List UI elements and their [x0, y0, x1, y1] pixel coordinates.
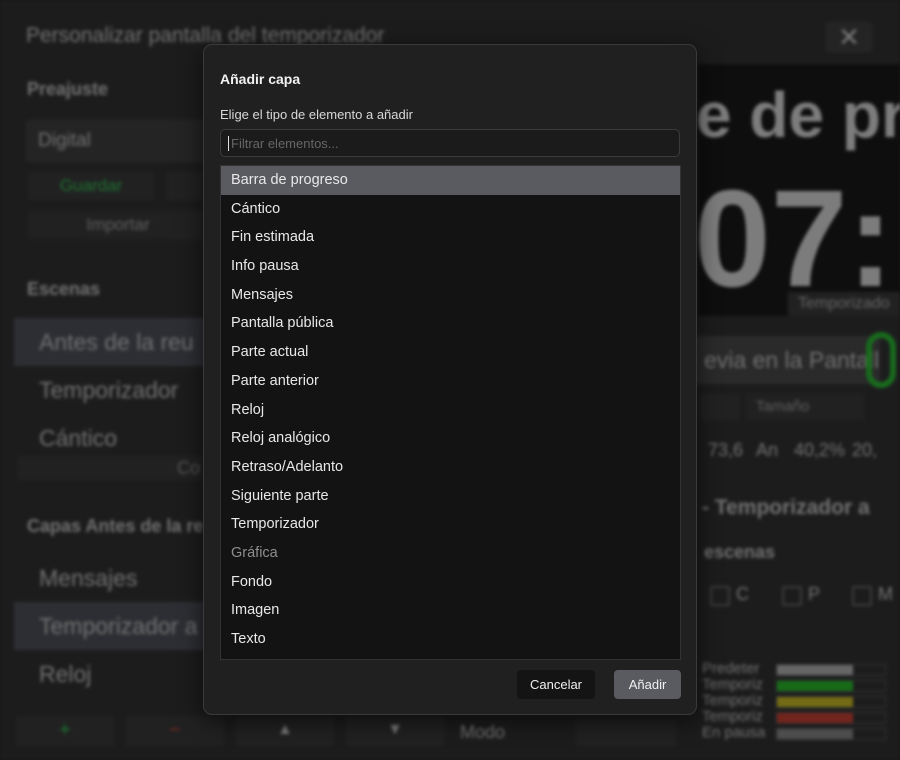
list-item[interactable]: Reloj — [221, 396, 680, 425]
list-item[interactable]: Parte anterior — [221, 367, 680, 396]
list-item[interactable]: Parte actual — [221, 338, 680, 367]
element-type-list[interactable]: Barra de progreso Cántico Fin estimada Info… — [220, 165, 681, 660]
list-item[interactable]: Reloj analógico — [221, 424, 680, 453]
list-item[interactable]: Retraso/Adelanto — [221, 453, 680, 482]
dialog-title: Añadir capa — [220, 71, 301, 87]
list-item[interactable]: Gráfica — [221, 539, 680, 568]
filter-input[interactable] — [220, 129, 680, 157]
list-item[interactable]: Barra de progreso — [221, 166, 680, 195]
text-caret — [228, 136, 229, 151]
list-item[interactable]: Fondo — [221, 568, 680, 597]
list-item[interactable]: Cántico — [221, 195, 680, 224]
list-item[interactable]: Fin estimada — [221, 223, 680, 252]
add-button[interactable]: Añadir — [614, 670, 681, 699]
cancel-button[interactable]: Cancelar — [517, 670, 595, 699]
list-item[interactable]: Mensajes — [221, 281, 680, 310]
list-item[interactable]: Pantalla pública — [221, 309, 680, 338]
list-item[interactable]: Texto — [221, 625, 680, 654]
list-item[interactable]: Temporizador — [221, 510, 680, 539]
list-item[interactable]: Siguiente parte — [221, 482, 680, 511]
list-item[interactable]: Imagen — [221, 596, 680, 625]
list-item[interactable]: Info pausa — [221, 252, 680, 281]
add-layer-dialog: Añadir capa Elige el tipo de elemento a … — [203, 44, 697, 715]
dialog-subtitle: Elige el tipo de elemento a añadir — [220, 107, 413, 122]
